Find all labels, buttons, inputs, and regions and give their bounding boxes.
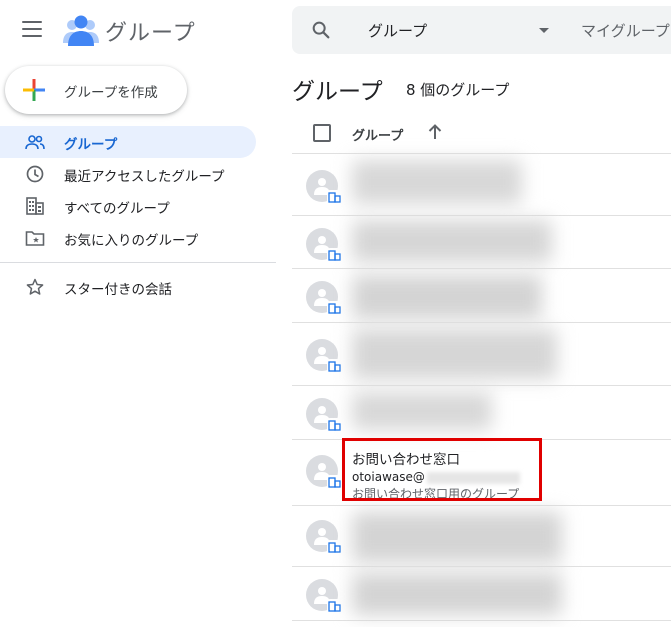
group-row-otoiawase[interactable]: お問い合わせ窓口 otoiawase@ お問い合わせ窓口用のグループ xyxy=(292,439,671,505)
arrow-up-icon[interactable] xyxy=(426,123,444,141)
star-folder-icon xyxy=(25,231,45,246)
redacted-group-info xyxy=(352,220,552,262)
sidebar-item-label: すべてのグループ xyxy=(64,201,170,217)
plus-icon xyxy=(23,79,45,101)
group-row[interactable] xyxy=(292,322,671,379)
sidebar-item-recent[interactable]: 最近アクセスしたグループ xyxy=(0,158,256,190)
avatar xyxy=(306,170,342,205)
app-title: グループ xyxy=(105,21,196,46)
group-row[interactable] xyxy=(292,268,671,325)
org-badge-icon xyxy=(327,190,342,205)
create-group-label: グループを作成 xyxy=(64,85,158,101)
chevron-down-icon[interactable] xyxy=(539,28,549,33)
group-count: 8 個のグループ xyxy=(406,81,510,99)
group-row[interactable] xyxy=(292,566,671,621)
redacted-email-domain xyxy=(426,471,520,484)
org-badge-icon xyxy=(327,248,342,263)
avatar xyxy=(306,281,342,316)
sidebar-item-favorites[interactable]: お気に入りのグループ xyxy=(0,222,256,254)
building-icon xyxy=(26,197,44,215)
avatar xyxy=(306,398,342,433)
main-menu-button[interactable] xyxy=(22,21,42,37)
redacted-group-info xyxy=(352,160,522,204)
group-row[interactable] xyxy=(292,385,671,442)
group-info: お問い合わせ窓口 otoiawase@ お問い合わせ窓口用のグループ xyxy=(352,448,520,502)
sidebar-item-label: スター付きの会話 xyxy=(64,282,172,298)
avatar xyxy=(306,579,342,614)
group-email-prefix: otoiawase@ xyxy=(352,470,425,484)
sidebar-item-groups[interactable]: グループ xyxy=(0,126,256,158)
clock-icon xyxy=(26,165,44,183)
org-badge-icon xyxy=(327,301,342,316)
avatar xyxy=(306,520,342,555)
org-badge-icon xyxy=(327,599,342,614)
page-title: グループ xyxy=(292,79,383,105)
org-badge-icon xyxy=(327,540,342,555)
column-header-group[interactable]: グループ xyxy=(352,125,403,144)
group-description: お問い合わせ窓口用のグループ xyxy=(352,487,520,501)
menu-line xyxy=(22,28,42,30)
search-bar[interactable]: グループ マイグループ xyxy=(292,6,671,54)
people-icon xyxy=(25,135,45,150)
redacted-group-info xyxy=(352,329,557,379)
avatar xyxy=(306,228,342,263)
menu-line xyxy=(22,21,42,23)
create-group-button[interactable]: グループを作成 xyxy=(5,66,187,114)
sidebar-item-label: 最近アクセスしたグループ xyxy=(64,169,225,185)
org-badge-icon xyxy=(327,418,342,433)
redacted-group-info xyxy=(352,275,542,319)
sidebar-item-all-groups[interactable]: すべてのグループ xyxy=(0,190,256,222)
redacted-group-info xyxy=(352,512,562,562)
sidebar-item-label: グループ xyxy=(64,137,118,153)
org-badge-icon xyxy=(327,475,342,490)
select-all-checkbox[interactable] xyxy=(313,124,331,142)
star-icon xyxy=(26,278,44,295)
search-icon[interactable] xyxy=(310,19,332,41)
group-name: お問い合わせ窓口 xyxy=(352,452,460,468)
avatar xyxy=(306,455,342,490)
group-row[interactable] xyxy=(292,215,671,272)
redacted-group-info xyxy=(352,392,492,430)
org-badge-icon xyxy=(327,359,342,374)
search-secondary-scope[interactable]: マイグループ xyxy=(581,20,670,41)
sidebar-item-label: お気に入りのグループ xyxy=(64,233,199,249)
group-row[interactable] xyxy=(292,505,671,562)
avatar xyxy=(306,339,342,374)
redacted-group-info xyxy=(352,573,562,615)
menu-line xyxy=(22,35,42,37)
group-email: otoiawase@ xyxy=(352,470,520,484)
search-scope-select[interactable]: グループ xyxy=(368,20,427,41)
group-row[interactable] xyxy=(292,153,671,210)
sidebar-item-starred-conversations[interactable]: スター付きの会話 xyxy=(0,271,256,303)
sidebar-divider xyxy=(0,262,276,263)
groups-logo-icon xyxy=(63,15,99,46)
